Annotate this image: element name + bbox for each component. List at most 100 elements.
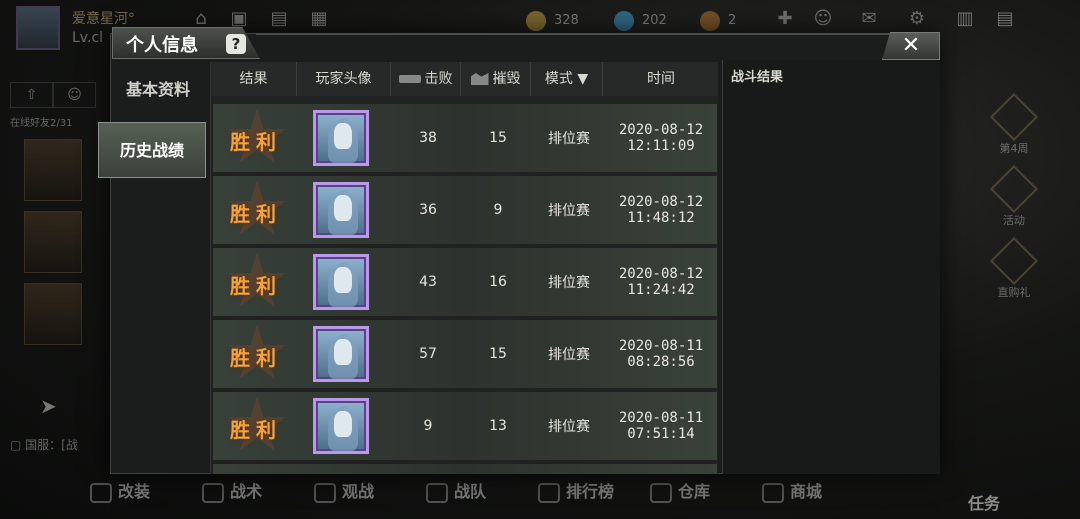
diamond-icon bbox=[614, 10, 634, 31]
header-mode-filter[interactable]: 模式 ▼ bbox=[531, 62, 603, 96]
nav-shop[interactable]: 商城 bbox=[762, 478, 874, 506]
battle-result-title: 战斗结果 bbox=[731, 70, 784, 85]
date-text: 2020-08-11 bbox=[618, 410, 704, 426]
close-button[interactable]: ✕ bbox=[882, 32, 940, 60]
table-row[interactable]: 胜利 36 9 排位赛 2020-08-12 11:48:12 bbox=[213, 176, 717, 244]
avatar-face bbox=[334, 195, 352, 221]
book-icon[interactable]: ▥ bbox=[954, 8, 976, 30]
medal-icon bbox=[700, 10, 720, 31]
help-icon[interactable]: ? bbox=[226, 34, 246, 54]
diamond-counter: 202 bbox=[614, 10, 667, 32]
friend-card[interactable] bbox=[24, 283, 82, 345]
result-label: 胜利 bbox=[230, 346, 282, 370]
nav-warehouse[interactable]: 仓库 bbox=[650, 478, 762, 506]
task-button[interactable]: 任务 bbox=[968, 490, 1000, 514]
result-cell: 胜利 bbox=[213, 392, 299, 460]
clock-text: 08:28:56 bbox=[627, 354, 695, 370]
mode-value: 排位赛 bbox=[548, 275, 590, 291]
time-value: 2020-08-11 07:51:14 bbox=[605, 410, 717, 442]
avatar-face bbox=[334, 123, 352, 149]
mail-icon[interactable]: ✉ bbox=[858, 8, 880, 30]
tab-battle-history[interactable]: 历史战绩 bbox=[98, 122, 206, 178]
player-avatar-thumb bbox=[313, 326, 369, 382]
title-divider bbox=[256, 33, 896, 35]
friends-panel: ⇧ ☺ 在线好友2/31 ➤ bbox=[10, 82, 96, 422]
nav-modify[interactable]: 改装 bbox=[90, 478, 202, 506]
settings-icon[interactable]: ⚙ bbox=[906, 8, 928, 30]
shop-icon bbox=[762, 482, 784, 503]
clock-text: 11:48:12 bbox=[627, 210, 695, 226]
home-icon[interactable]: ⌂ bbox=[190, 8, 212, 30]
nav-tactics[interactable]: 战术 bbox=[202, 478, 314, 506]
player-avatar-thumb bbox=[313, 398, 369, 454]
result-label: 胜利 bbox=[230, 274, 282, 298]
player-avatar-thumb bbox=[313, 254, 369, 310]
gold-icon bbox=[526, 10, 546, 31]
player-avatar-thumb bbox=[313, 110, 369, 166]
tank-icon bbox=[398, 75, 421, 83]
battle-result-panel: 战斗结果 bbox=[722, 60, 940, 474]
grid-icon[interactable]: ▦ bbox=[308, 8, 330, 30]
time-value: 2020-08-12 12:11:09 bbox=[605, 122, 717, 154]
friends-icon[interactable]: ☺ bbox=[812, 8, 834, 30]
avatar-face bbox=[334, 267, 352, 293]
kills-value: 38 bbox=[419, 130, 437, 146]
result-cell: 胜利 bbox=[213, 248, 299, 316]
nav-spectate[interactable]: 观战 bbox=[314, 478, 426, 506]
table-row[interactable]: 胜利 43 16 排位赛 2020-08-12 11:24:42 bbox=[213, 248, 717, 316]
present-icon[interactable]: ▤ bbox=[268, 8, 290, 30]
clock-text: 07:51:14 bbox=[627, 426, 695, 442]
player-avatar-thumb bbox=[313, 182, 369, 238]
player-avatar[interactable] bbox=[16, 6, 60, 50]
battle-history-table: 结果 玩家头像 击败 摧毁 模式 ▼ 时间 胜利 38 15 排位赛 2020-… bbox=[210, 62, 718, 474]
gift-icon[interactable]: ▣ bbox=[228, 8, 250, 30]
kills-value: 57 bbox=[419, 346, 437, 362]
mode-value: 排位赛 bbox=[548, 347, 590, 363]
date-text: 2020-08-12 bbox=[618, 266, 704, 282]
destroy-value: 9 bbox=[493, 202, 503, 218]
table-row-partial[interactable] bbox=[213, 464, 717, 474]
result-cell: 胜利 bbox=[213, 176, 299, 244]
header-avatar: 玩家头像 bbox=[297, 62, 391, 96]
medal-counter: 2 bbox=[700, 10, 736, 32]
bottom-nav: 改装 战术 观战 战队 排行榜 仓库 商城 bbox=[90, 478, 950, 506]
date-text: 2020-08-12 bbox=[618, 194, 704, 210]
menu-icon[interactable]: ▤ bbox=[994, 8, 1016, 30]
dialog-sidebar: 基本资料 历史战绩 bbox=[98, 60, 206, 474]
clock-text: 12:11:09 bbox=[627, 138, 695, 154]
season-item[interactable]: 第4周 bbox=[984, 92, 1044, 172]
destroy-value: 15 bbox=[489, 130, 507, 146]
upload-icon[interactable]: ⇧ bbox=[10, 82, 53, 108]
chat-bar[interactable]: ▢ 国服：[战 bbox=[10, 436, 110, 458]
spectate-icon bbox=[314, 482, 336, 503]
avatar-face bbox=[334, 339, 352, 365]
expand-arrow-icon[interactable]: ➤ bbox=[40, 394, 57, 418]
star-icon bbox=[989, 92, 1039, 142]
skull-icon bbox=[202, 482, 224, 503]
direct-gift-item[interactable]: 直购礼 bbox=[984, 236, 1044, 316]
friend-card[interactable] bbox=[24, 211, 82, 273]
friends-tab-icon[interactable]: ☺ bbox=[53, 82, 96, 108]
nav-team[interactable]: 战队 bbox=[426, 478, 538, 506]
dialog-title: 个人信息 bbox=[126, 35, 198, 56]
table-rows: 胜利 38 15 排位赛 2020-08-12 12:11:09 胜利 36 9 … bbox=[213, 104, 717, 474]
friend-online-count: 在线好友2/31 bbox=[10, 118, 73, 129]
time-value: 2020-08-12 11:48:12 bbox=[605, 194, 717, 226]
table-row[interactable]: 胜利 38 15 排位赛 2020-08-12 12:11:09 bbox=[213, 104, 717, 172]
add-icon[interactable]: ✚ bbox=[774, 8, 796, 30]
trophy-icon bbox=[538, 482, 560, 503]
nav-leaderboard[interactable]: 排行榜 bbox=[538, 478, 650, 506]
avatar-cell bbox=[299, 392, 393, 460]
activity-item[interactable]: 活动 bbox=[984, 164, 1044, 244]
friend-card[interactable] bbox=[24, 139, 82, 201]
player-name: 爱意星河° bbox=[72, 11, 135, 27]
dropdown-arrow-icon: ▼ bbox=[577, 71, 589, 87]
result-cell: 胜利 bbox=[213, 320, 299, 388]
table-row[interactable]: 胜利 57 15 排位赛 2020-08-11 08:28:56 bbox=[213, 320, 717, 388]
gold-counter: 328 bbox=[526, 10, 579, 32]
header-kills: 击败 bbox=[391, 62, 461, 96]
player-level: Lv.cl bbox=[72, 30, 104, 46]
date-text: 2020-08-11 bbox=[618, 338, 704, 354]
table-row[interactable]: 胜利 9 13 排位赛 2020-08-11 07:51:14 bbox=[213, 392, 717, 460]
tab-basic-info[interactable]: 基本资料 bbox=[110, 62, 206, 118]
